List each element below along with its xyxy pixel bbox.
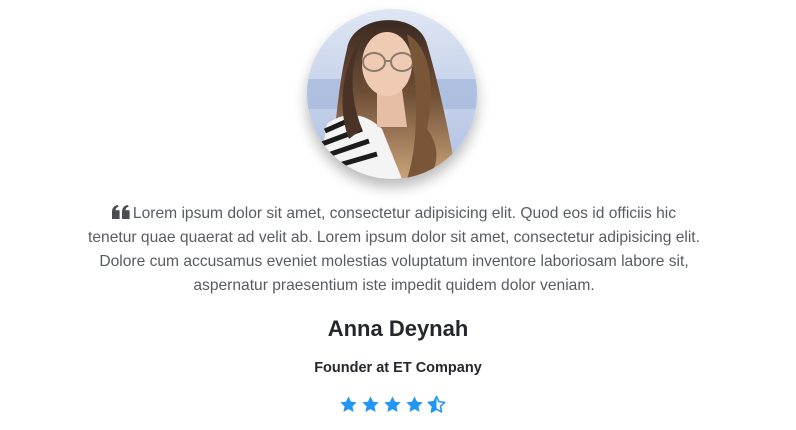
star-icon <box>340 396 357 412</box>
person-role: Founder at ET Company <box>314 360 482 376</box>
person-name: Anna Deynah <box>327 316 469 341</box>
star-half-icon <box>427 395 446 413</box>
testimonial-quote: Lorem ipsum dolor sit amet, consectetur … <box>88 202 700 298</box>
avatar-photo <box>307 9 477 179</box>
quote-left-icon <box>111 205 130 219</box>
star-icon <box>406 396 423 412</box>
avatar <box>307 9 477 179</box>
star-icon <box>362 396 379 412</box>
star-icon <box>384 396 401 412</box>
testimonial-card: Lorem ipsum dolor sit amet, consectetur … <box>0 0 796 430</box>
star-rating <box>339 395 446 416</box>
quote-text: Lorem ipsum dolor sit amet, consectetur … <box>88 205 700 294</box>
